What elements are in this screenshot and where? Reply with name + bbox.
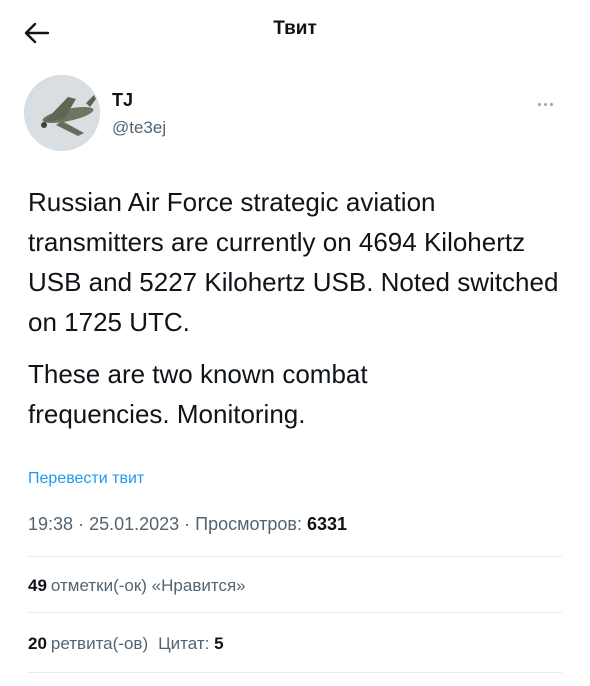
likes-label: отметки(-ок) «Нравится» xyxy=(50,576,246,595)
user-handle[interactable]: @te3ej xyxy=(112,118,166,138)
page-title: Твит xyxy=(273,18,317,39)
separator-dot: · xyxy=(184,514,196,534)
divider xyxy=(28,556,562,557)
views-label: Просмотров: xyxy=(195,514,302,534)
views-count: 6331 xyxy=(306,514,348,534)
tweet-date[interactable]: 25.01.2023 xyxy=(89,514,179,534)
retweets-stat: 20 ретвита(-ов) Цитат: 5 xyxy=(28,634,228,654)
header-bar: Твит xyxy=(0,0,590,62)
retweets-label: ретвита(-ов) xyxy=(50,634,149,653)
airplane-avatar-image xyxy=(24,75,100,151)
quotes-count: 5 xyxy=(214,634,224,653)
more-dot xyxy=(550,103,553,106)
likes-stat[interactable]: 49 отметки(-ок) «Нравится» xyxy=(28,576,246,596)
user-name[interactable]: TJ xyxy=(112,90,133,111)
translate-tweet-link[interactable]: Перевести твит xyxy=(28,470,144,488)
tweet-time[interactable]: 19:38 xyxy=(28,514,73,534)
retweets-link[interactable]: 20 ретвита(-ов) xyxy=(28,634,148,653)
likes-count: 49 xyxy=(28,576,47,595)
divider xyxy=(28,612,562,613)
more-horizontal-icon xyxy=(538,103,541,106)
avatar[interactable] xyxy=(24,75,100,151)
tweet-text-line: frequencies. Monitoring. xyxy=(28,399,306,429)
more-options-button[interactable] xyxy=(538,93,560,106)
quotes-link[interactable]: Цитат: 5 xyxy=(158,634,227,653)
tweet-meta: 19:38 · 25.01.2023 · Просмотров: 6331 xyxy=(28,514,347,535)
retweets-count: 20 xyxy=(28,634,47,653)
tweet-text-paragraph-1: Russian Air Force strategic aviation tra… xyxy=(28,187,559,337)
tweet-text-paragraph-2: These are two known combat frequencies. … xyxy=(28,354,568,434)
tweet-text-line: These are two known combat xyxy=(28,359,368,389)
quotes-label: Цитат: xyxy=(158,634,210,653)
separator-dot: · xyxy=(78,514,90,534)
divider xyxy=(28,672,562,673)
more-dot xyxy=(544,103,547,106)
